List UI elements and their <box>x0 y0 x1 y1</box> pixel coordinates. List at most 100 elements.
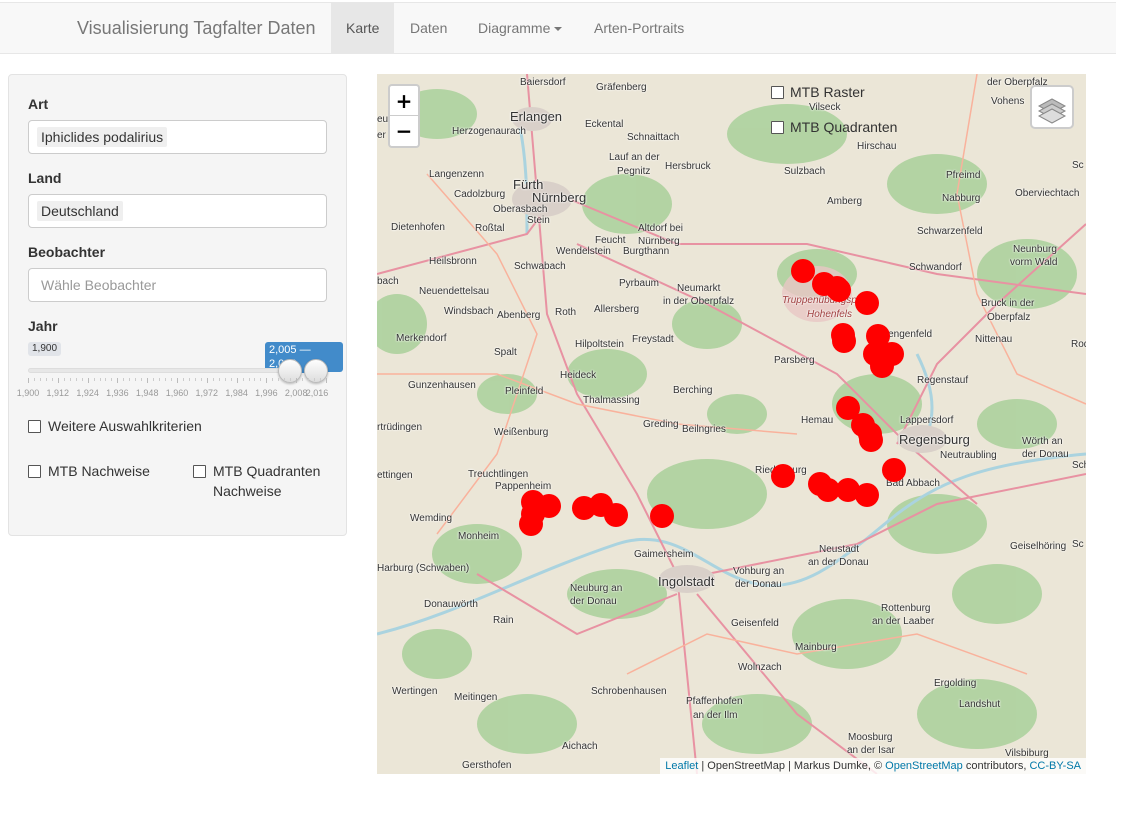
slider-min-badge: 1,900 <box>28 342 62 356</box>
mtb-raster-checkbox[interactable] <box>771 85 784 99</box>
slider-tick <box>254 378 256 381</box>
slider-tick <box>320 378 322 381</box>
zoom-in-button[interactable]: + <box>390 86 418 116</box>
slider-tick-label: 1,924 <box>76 388 99 398</box>
overlay-mtb-raster[interactable]: MTB Raster <box>771 84 865 100</box>
mtb-raster-label[interactable]: MTB Raster <box>790 84 865 100</box>
observation-marker[interactable] <box>832 329 856 353</box>
slider-tick <box>278 378 280 381</box>
overlay-mtb-quadranten[interactable]: MTB Quadranten <box>771 119 897 135</box>
beobachter-select[interactable]: Wähle Beobachter <box>28 268 327 302</box>
tab-karte[interactable]: Karte <box>331 3 395 54</box>
mtb-nachweise-label[interactable]: MTB Nachweise <box>48 461 150 481</box>
land-label: Land <box>28 170 62 186</box>
navbar: Visualisierung Tagfalter Daten Karte Dat… <box>0 2 1116 54</box>
slider-tick <box>165 378 167 381</box>
slider-tick-label: 1,996 <box>255 388 278 398</box>
art-selected-item[interactable]: Iphiclides podalirius <box>37 127 168 147</box>
slider-tick <box>308 378 310 381</box>
jahr-range-slider[interactable]: 1,900 2,005 — 2,016 1,9001,9121,9241,936… <box>17 342 343 402</box>
slider-tick <box>200 378 202 381</box>
app-brand[interactable]: Visualisierung Tagfalter Daten <box>77 18 315 39</box>
slider-tick <box>302 378 304 381</box>
observation-marker[interactable] <box>519 512 543 536</box>
leaflet-link[interactable]: Leaflet <box>665 760 698 772</box>
tab-arten-portraits[interactable]: Arten-Portraits <box>579 3 699 54</box>
slider-tick <box>51 378 53 381</box>
mtb-nachweise-checkbox[interactable] <box>28 465 41 478</box>
layers-control[interactable] <box>1030 85 1074 129</box>
observation-marker[interactable] <box>882 458 906 482</box>
observation-marker[interactable] <box>855 291 879 315</box>
chevron-down-icon <box>554 27 563 32</box>
slider-tick-label: 2,016 <box>305 388 329 398</box>
slider-tick <box>153 378 155 381</box>
slider-tick <box>314 378 316 381</box>
slider-tick <box>206 378 208 383</box>
slider-tick <box>272 378 274 381</box>
zoom-out-button[interactable]: − <box>390 116 418 146</box>
slider-tick <box>63 378 65 381</box>
slider-tick <box>75 378 77 381</box>
slider-tick <box>230 378 232 381</box>
attribution-text: | OpenStreetMap | Markus Dumke, © <box>698 760 886 772</box>
slider-tick <box>266 378 268 383</box>
slider-tick <box>99 378 101 381</box>
slider-tick-label: 1,900 <box>16 388 40 398</box>
slider-tick <box>39 378 41 381</box>
slider-tick <box>135 378 137 381</box>
slider-tick <box>236 378 238 383</box>
slider-tick <box>224 378 226 381</box>
slider-tick <box>147 378 149 383</box>
art-select[interactable]: Iphiclides podalirius <box>28 120 327 154</box>
slider-tick <box>159 378 161 381</box>
slider-tick <box>194 378 196 381</box>
observation-markers <box>519 259 906 536</box>
mtb-quadranten-checkbox[interactable] <box>771 120 784 134</box>
slider-tick <box>171 378 173 381</box>
slider-tick <box>111 378 113 381</box>
license-link[interactable]: CC-BY-SA <box>1029 760 1081 772</box>
osm-link[interactable]: OpenStreetMap <box>885 760 963 772</box>
slider-tick <box>242 378 244 381</box>
slider-tick <box>87 378 89 383</box>
land-selected-item[interactable]: Deutschland <box>37 201 123 221</box>
slider-tick-label: 1,948 <box>135 388 159 398</box>
tab-diagramme[interactable]: Diagramme <box>463 3 577 54</box>
slider-tick-label: 1,912 <box>46 388 70 398</box>
slider-tick <box>33 378 35 381</box>
slider-tick <box>188 378 190 381</box>
tab-daten[interactable]: Daten <box>395 3 462 54</box>
slider-tick <box>177 378 178 383</box>
slider-tick-label: 1,972 <box>195 388 219 398</box>
slider-tick-label: 1,960 <box>165 388 189 398</box>
slider-tick <box>28 378 29 383</box>
mtb-quadranten-nachweise-label-1[interactable]: MTB Quadranten <box>213 461 320 481</box>
observation-marker[interactable] <box>604 503 628 527</box>
slider-tick <box>284 378 286 381</box>
slider-tick <box>260 378 262 381</box>
observation-marker[interactable] <box>859 428 883 452</box>
leaflet-map[interactable]: Baiersdorf Gräfenberg Erlangen Eckental Herz… <box>377 74 1086 774</box>
mtb-quadranten-nachweise-label-2[interactable]: Nachweise <box>213 481 281 501</box>
zoom-control: + − <box>388 84 420 148</box>
slider-tick <box>123 378 125 381</box>
slider-tick <box>141 378 143 381</box>
observation-marker[interactable] <box>791 259 815 283</box>
slider-tick <box>290 378 292 381</box>
beobachter-label: Beobachter <box>28 244 106 260</box>
weitere-checkbox[interactable] <box>28 420 41 433</box>
mtb-quadranten-label[interactable]: MTB Quadranten <box>790 119 897 135</box>
slider-tick <box>326 378 327 383</box>
observation-marker[interactable] <box>870 354 894 378</box>
observation-marker[interactable] <box>855 483 879 507</box>
observation-marker[interactable] <box>771 464 795 488</box>
land-select[interactable]: Deutschland <box>28 194 327 228</box>
observation-marker[interactable] <box>650 504 674 528</box>
slider-tick <box>129 378 131 381</box>
weitere-label[interactable]: Weitere Auswahlkriterien <box>48 416 202 436</box>
slider-tick <box>182 378 184 381</box>
slider-tick <box>69 378 71 381</box>
observation-marker[interactable] <box>827 278 851 302</box>
mtb-quadranten-nachweise-checkbox[interactable] <box>193 465 206 478</box>
